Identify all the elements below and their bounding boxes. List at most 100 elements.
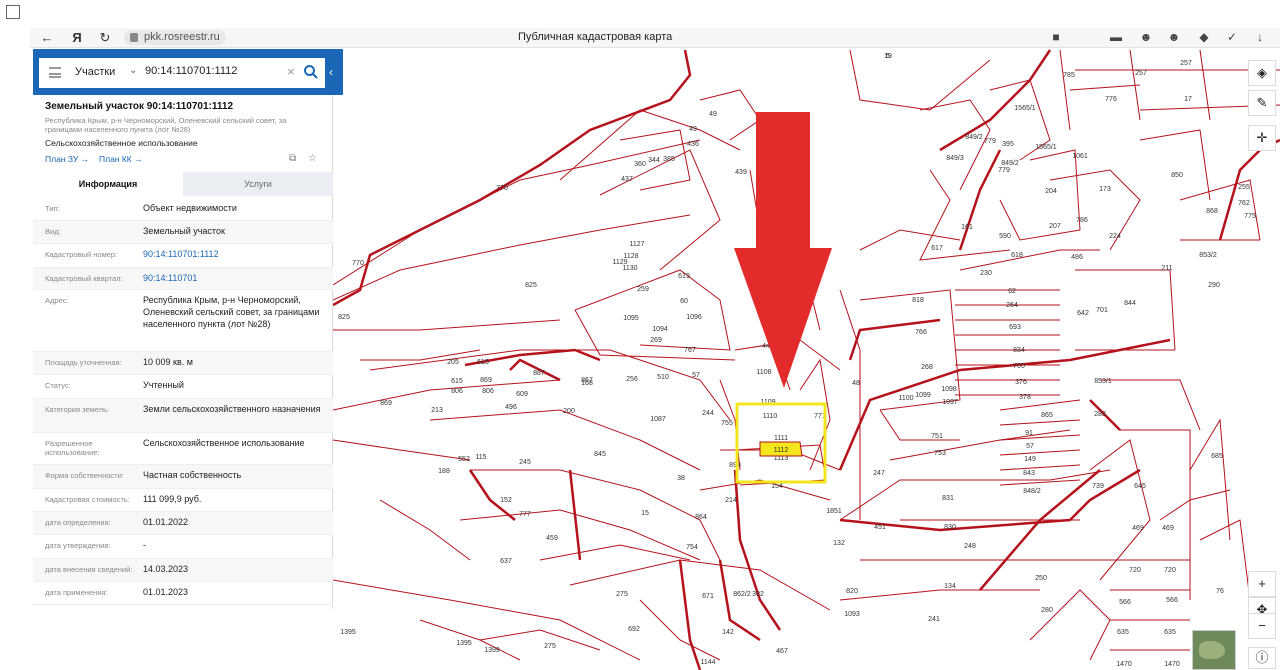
selected-parcel-label: 1112 — [774, 447, 789, 454]
parcel-label: 770 — [352, 260, 364, 267]
cadastral-map[interactable]: 5 785 257 257 776 17 1565/1 1565/1 849/2 779 395 84… — [333, 48, 1280, 670]
search-icon[interactable] — [303, 64, 319, 80]
parcel-label: 865 — [1041, 412, 1053, 419]
parcel-label: 869 — [480, 377, 492, 384]
clear-icon[interactable]: × — [287, 64, 295, 79]
parcel-label: 224 — [1109, 233, 1121, 240]
parcel-boundary — [1075, 269, 1176, 351]
extension-icon[interactable]: ▬ — [1108, 30, 1124, 44]
parcel-label: 268 — [921, 364, 933, 371]
parcel-label: 259 — [637, 286, 649, 293]
parcel-boundary — [999, 419, 1081, 426]
parcel-label: 395 — [1002, 141, 1014, 148]
parcel-label: 785 — [1063, 72, 1075, 79]
parcel-label: 1127 — [629, 241, 644, 248]
plan-kk-link[interactable]: План КК → — [99, 154, 143, 164]
info-row-value[interactable]: 90:14:110701 — [143, 272, 329, 284]
url-bar[interactable]: pkk.rosreestr.ru — [124, 30, 226, 45]
layers-button[interactable]: ◈ — [1248, 60, 1276, 86]
parcel-label: 1108 — [756, 369, 771, 376]
parcel-label: 864 — [695, 514, 707, 521]
parcel-boundary — [1100, 379, 1201, 431]
parcel-label: 496 — [505, 404, 517, 411]
info-row-value: - — [143, 540, 146, 550]
parcel-label: 1096 — [686, 314, 702, 321]
zoom-in-button[interactable]: + — [1248, 571, 1276, 597]
favorite-star-icon[interactable]: ☆ — [308, 153, 317, 164]
menu-icon[interactable] — [49, 67, 61, 78]
parcel-label: 250 — [1035, 575, 1047, 582]
tab-info[interactable]: Информация — [33, 172, 183, 196]
info-row: дата утверждения: - — [33, 535, 333, 559]
parcel-boundary — [539, 544, 691, 561]
info-row: Тип: Объект недвижимости — [33, 198, 333, 221]
parcel-label: 257 — [1180, 60, 1192, 67]
parcel-label: 853/2 — [1199, 252, 1217, 259]
info-row-value: Земли сельскохозяйственного назначения — [143, 404, 321, 414]
info-row-value[interactable]: 90:14:110701:1112 — [143, 248, 329, 260]
info-button[interactable]: ⓘ — [1248, 647, 1276, 669]
parcel-label: 849/3 — [946, 155, 964, 162]
parcel-label: 1470 — [1164, 661, 1180, 668]
tab-services[interactable]: Услуги — [183, 172, 333, 196]
profile-icon[interactable]: ☻ — [1166, 30, 1182, 44]
info-row-label: дата утверждения: — [45, 541, 111, 550]
chevron-down-icon[interactable]: ⌄ — [129, 65, 137, 76]
parcel-label: 1087 — [650, 416, 666, 423]
search-box[interactable]: Участки ⌄ 90:14:110701:1112 × — [39, 58, 325, 88]
parcel-boundary — [639, 599, 721, 661]
info-row: Форма собственности: Частная собственност… — [33, 465, 333, 489]
parcel-label: 751 — [931, 433, 943, 440]
bookmark-icon[interactable]: ■ — [1048, 30, 1064, 44]
info-row-label: дата применения: — [45, 588, 108, 597]
parcel-label: 269 — [650, 337, 662, 344]
parcel-label: 15 — [641, 510, 649, 517]
info-row-value: 14.03.2023 — [143, 564, 189, 574]
info-row-label: Разрешенное использование: — [45, 439, 100, 457]
plan-zu-link[interactable]: План ЗУ → — [45, 154, 89, 164]
os-top-strip — [0, 0, 1280, 28]
reload-icon[interactable]: ↻ — [96, 29, 114, 47]
parcel-label: 469 — [1132, 525, 1144, 532]
parcel-label: 248 — [964, 543, 976, 550]
parcel-label: 211 — [1161, 265, 1172, 272]
search-mode[interactable]: Участки — [75, 66, 115, 78]
ruler-button[interactable]: ✎ — [1248, 90, 1276, 116]
map-canvas[interactable]: 5785 257257776 171565/11565/1849/2779 39584… — [333, 48, 1280, 670]
parcel-label: 152 — [500, 497, 512, 504]
parcel-boundary — [1199, 519, 1251, 601]
info-row: Вид: Земельный участок — [33, 221, 333, 244]
parcel-label: 142 — [722, 629, 734, 636]
parcel-boundary — [1059, 49, 1071, 131]
parcel-label: 437 — [621, 176, 633, 183]
satellite-thumbnail[interactable] — [1192, 630, 1236, 670]
parcel-boundary — [369, 349, 731, 421]
parcel-boundary — [1199, 49, 1211, 121]
back-icon[interactable]: ← — [38, 29, 56, 47]
download-icon[interactable]: ↓ — [1252, 30, 1268, 44]
parcel-boundary-thick — [839, 468, 1141, 532]
info-row-label: Категория земель: — [45, 405, 110, 414]
parcel-label: 1565/1 — [1014, 105, 1036, 112]
yandex-icon[interactable]: Я — [68, 29, 86, 47]
collapse-panel-icon[interactable]: ‹ — [329, 65, 333, 79]
parcel-label: 618 — [1011, 252, 1023, 259]
parcel-label: 1395 — [456, 640, 472, 647]
parcel-label: 205 — [447, 359, 459, 366]
parcel-boundary — [1159, 489, 1231, 521]
parcel-boundary-thick — [939, 49, 1052, 152]
parcel-label: 1098 — [941, 386, 957, 393]
parcel-label: 510 — [657, 374, 669, 381]
zoom-out-button[interactable]: − — [1248, 613, 1276, 639]
search-input[interactable]: 90:14:110701:1112 — [145, 65, 237, 77]
info-row-label: Форма собственности: — [45, 471, 124, 480]
share-icon[interactable]: ⧉ — [289, 153, 296, 164]
shield-icon[interactable]: ◆ — [1196, 30, 1212, 44]
avatar-icon[interactable]: ☻ — [1138, 30, 1154, 44]
parcel-boundary — [879, 409, 960, 441]
parcel-label: 853/1 — [1094, 378, 1112, 385]
parcel-boundary — [919, 99, 991, 191]
parcel-label: 844 — [1124, 300, 1136, 307]
translate-icon[interactable]: ✓ — [1224, 30, 1240, 44]
locate-button[interactable]: ✛ — [1248, 125, 1276, 151]
